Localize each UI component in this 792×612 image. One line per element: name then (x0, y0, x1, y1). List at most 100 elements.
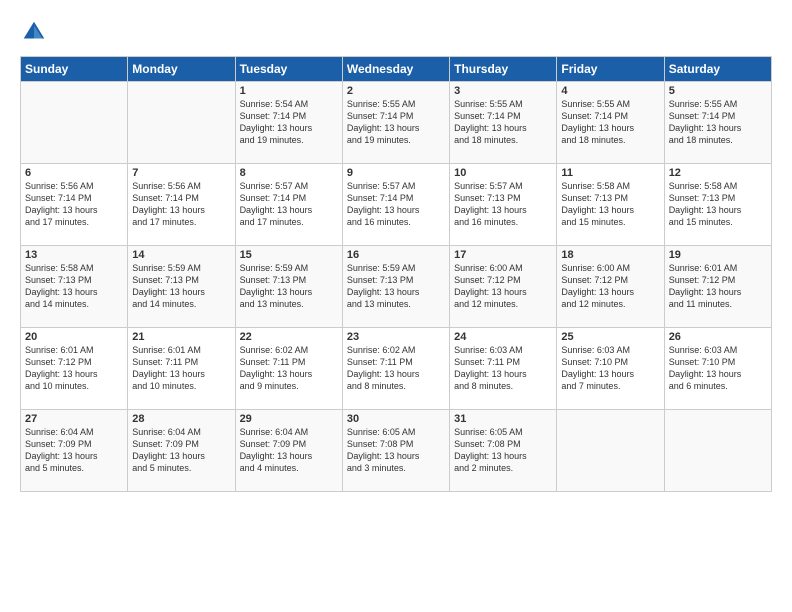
cell-info: Sunrise: 5:56 AM Sunset: 7:14 PM Dayligh… (132, 180, 230, 229)
cell-info: Sunrise: 6:04 AM Sunset: 7:09 PM Dayligh… (25, 426, 123, 475)
day-header-saturday: Saturday (664, 57, 771, 82)
day-number: 2 (347, 85, 445, 97)
calendar-cell: 19Sunrise: 6:01 AM Sunset: 7:12 PM Dayli… (664, 246, 771, 328)
day-number: 30 (347, 413, 445, 425)
calendar-cell: 6Sunrise: 5:56 AM Sunset: 7:14 PM Daylig… (21, 164, 128, 246)
calendar-cell: 25Sunrise: 6:03 AM Sunset: 7:10 PM Dayli… (557, 328, 664, 410)
day-number: 27 (25, 413, 123, 425)
cell-info: Sunrise: 6:03 AM Sunset: 7:10 PM Dayligh… (669, 344, 767, 393)
calendar-cell: 22Sunrise: 6:02 AM Sunset: 7:11 PM Dayli… (235, 328, 342, 410)
calendar-cell: 12Sunrise: 5:58 AM Sunset: 7:13 PM Dayli… (664, 164, 771, 246)
cell-info: Sunrise: 6:02 AM Sunset: 7:11 PM Dayligh… (347, 344, 445, 393)
calendar-cell: 8Sunrise: 5:57 AM Sunset: 7:14 PM Daylig… (235, 164, 342, 246)
cell-info: Sunrise: 5:59 AM Sunset: 7:13 PM Dayligh… (347, 262, 445, 311)
cell-info: Sunrise: 6:03 AM Sunset: 7:11 PM Dayligh… (454, 344, 552, 393)
day-number: 12 (669, 167, 767, 179)
cell-info: Sunrise: 6:01 AM Sunset: 7:12 PM Dayligh… (25, 344, 123, 393)
page: SundayMondayTuesdayWednesdayThursdayFrid… (0, 0, 792, 612)
week-row-3: 13Sunrise: 5:58 AM Sunset: 7:13 PM Dayli… (21, 246, 772, 328)
day-number: 15 (240, 249, 338, 261)
day-number: 4 (561, 85, 659, 97)
cell-info: Sunrise: 6:00 AM Sunset: 7:12 PM Dayligh… (454, 262, 552, 311)
cell-info: Sunrise: 5:58 AM Sunset: 7:13 PM Dayligh… (25, 262, 123, 311)
day-number: 6 (25, 167, 123, 179)
cell-info: Sunrise: 5:55 AM Sunset: 7:14 PM Dayligh… (347, 98, 445, 147)
calendar-cell: 17Sunrise: 6:00 AM Sunset: 7:12 PM Dayli… (450, 246, 557, 328)
calendar-cell: 7Sunrise: 5:56 AM Sunset: 7:14 PM Daylig… (128, 164, 235, 246)
calendar-cell: 9Sunrise: 5:57 AM Sunset: 7:14 PM Daylig… (342, 164, 449, 246)
cell-info: Sunrise: 5:57 AM Sunset: 7:13 PM Dayligh… (454, 180, 552, 229)
calendar-cell: 23Sunrise: 6:02 AM Sunset: 7:11 PM Dayli… (342, 328, 449, 410)
cell-info: Sunrise: 5:55 AM Sunset: 7:14 PM Dayligh… (669, 98, 767, 147)
header-row: SundayMondayTuesdayWednesdayThursdayFrid… (21, 57, 772, 82)
logo (20, 18, 52, 46)
cell-info: Sunrise: 6:02 AM Sunset: 7:11 PM Dayligh… (240, 344, 338, 393)
calendar-cell: 14Sunrise: 5:59 AM Sunset: 7:13 PM Dayli… (128, 246, 235, 328)
day-number: 9 (347, 167, 445, 179)
cell-info: Sunrise: 6:01 AM Sunset: 7:11 PM Dayligh… (132, 344, 230, 393)
cell-info: Sunrise: 5:54 AM Sunset: 7:14 PM Dayligh… (240, 98, 338, 147)
calendar-cell: 15Sunrise: 5:59 AM Sunset: 7:13 PM Dayli… (235, 246, 342, 328)
calendar-cell: 21Sunrise: 6:01 AM Sunset: 7:11 PM Dayli… (128, 328, 235, 410)
week-row-1: 1Sunrise: 5:54 AM Sunset: 7:14 PM Daylig… (21, 82, 772, 164)
day-number: 7 (132, 167, 230, 179)
cell-info: Sunrise: 6:05 AM Sunset: 7:08 PM Dayligh… (454, 426, 552, 475)
cell-info: Sunrise: 5:57 AM Sunset: 7:14 PM Dayligh… (347, 180, 445, 229)
week-row-2: 6Sunrise: 5:56 AM Sunset: 7:14 PM Daylig… (21, 164, 772, 246)
day-header-monday: Monday (128, 57, 235, 82)
day-number: 29 (240, 413, 338, 425)
day-header-tuesday: Tuesday (235, 57, 342, 82)
day-number: 18 (561, 249, 659, 261)
calendar-cell: 4Sunrise: 5:55 AM Sunset: 7:14 PM Daylig… (557, 82, 664, 164)
day-number: 25 (561, 331, 659, 343)
day-number: 1 (240, 85, 338, 97)
calendar-cell: 20Sunrise: 6:01 AM Sunset: 7:12 PM Dayli… (21, 328, 128, 410)
calendar-cell: 30Sunrise: 6:05 AM Sunset: 7:08 PM Dayli… (342, 410, 449, 492)
calendar-cell (557, 410, 664, 492)
cell-info: Sunrise: 6:01 AM Sunset: 7:12 PM Dayligh… (669, 262, 767, 311)
calendar-cell: 24Sunrise: 6:03 AM Sunset: 7:11 PM Dayli… (450, 328, 557, 410)
cell-info: Sunrise: 5:59 AM Sunset: 7:13 PM Dayligh… (240, 262, 338, 311)
day-number: 21 (132, 331, 230, 343)
calendar-cell: 31Sunrise: 6:05 AM Sunset: 7:08 PM Dayli… (450, 410, 557, 492)
cell-info: Sunrise: 5:57 AM Sunset: 7:14 PM Dayligh… (240, 180, 338, 229)
cell-info: Sunrise: 5:55 AM Sunset: 7:14 PM Dayligh… (561, 98, 659, 147)
day-number: 16 (347, 249, 445, 261)
day-number: 5 (669, 85, 767, 97)
calendar-cell: 2Sunrise: 5:55 AM Sunset: 7:14 PM Daylig… (342, 82, 449, 164)
day-number: 11 (561, 167, 659, 179)
cell-info: Sunrise: 6:05 AM Sunset: 7:08 PM Dayligh… (347, 426, 445, 475)
calendar-cell: 18Sunrise: 6:00 AM Sunset: 7:12 PM Dayli… (557, 246, 664, 328)
cell-info: Sunrise: 5:55 AM Sunset: 7:14 PM Dayligh… (454, 98, 552, 147)
cell-info: Sunrise: 6:00 AM Sunset: 7:12 PM Dayligh… (561, 262, 659, 311)
cell-info: Sunrise: 6:04 AM Sunset: 7:09 PM Dayligh… (240, 426, 338, 475)
week-row-5: 27Sunrise: 6:04 AM Sunset: 7:09 PM Dayli… (21, 410, 772, 492)
calendar-cell: 5Sunrise: 5:55 AM Sunset: 7:14 PM Daylig… (664, 82, 771, 164)
day-number: 31 (454, 413, 552, 425)
calendar-cell: 29Sunrise: 6:04 AM Sunset: 7:09 PM Dayli… (235, 410, 342, 492)
day-number: 22 (240, 331, 338, 343)
calendar-cell (128, 82, 235, 164)
day-number: 3 (454, 85, 552, 97)
cell-info: Sunrise: 5:58 AM Sunset: 7:13 PM Dayligh… (561, 180, 659, 229)
day-header-thursday: Thursday (450, 57, 557, 82)
cell-info: Sunrise: 5:58 AM Sunset: 7:13 PM Dayligh… (669, 180, 767, 229)
calendar-cell: 1Sunrise: 5:54 AM Sunset: 7:14 PM Daylig… (235, 82, 342, 164)
calendar-cell: 3Sunrise: 5:55 AM Sunset: 7:14 PM Daylig… (450, 82, 557, 164)
cell-info: Sunrise: 6:04 AM Sunset: 7:09 PM Dayligh… (132, 426, 230, 475)
day-number: 17 (454, 249, 552, 261)
calendar-table: SundayMondayTuesdayWednesdayThursdayFrid… (20, 56, 772, 492)
logo-icon (20, 18, 48, 46)
day-number: 19 (669, 249, 767, 261)
calendar-cell: 28Sunrise: 6:04 AM Sunset: 7:09 PM Dayli… (128, 410, 235, 492)
cell-info: Sunrise: 5:56 AM Sunset: 7:14 PM Dayligh… (25, 180, 123, 229)
week-row-4: 20Sunrise: 6:01 AM Sunset: 7:12 PM Dayli… (21, 328, 772, 410)
day-number: 10 (454, 167, 552, 179)
day-number: 23 (347, 331, 445, 343)
day-number: 26 (669, 331, 767, 343)
day-number: 13 (25, 249, 123, 261)
calendar-cell: 27Sunrise: 6:04 AM Sunset: 7:09 PM Dayli… (21, 410, 128, 492)
calendar-cell (21, 82, 128, 164)
calendar-cell (664, 410, 771, 492)
day-header-wednesday: Wednesday (342, 57, 449, 82)
